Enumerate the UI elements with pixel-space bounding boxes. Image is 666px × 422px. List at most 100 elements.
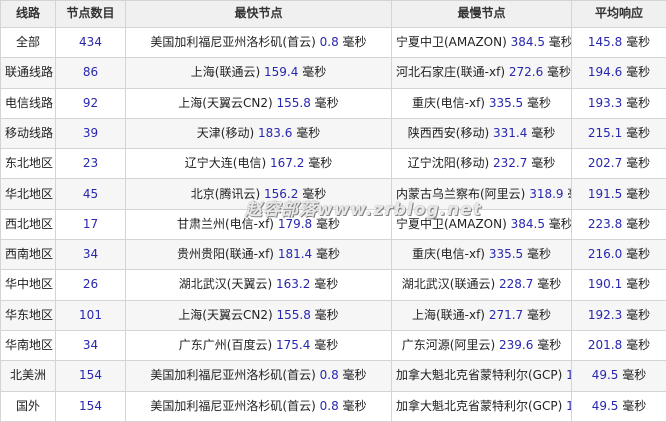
- unit-label: 毫秒: [626, 35, 650, 49]
- slowest-node-ms: 335.5: [489, 247, 523, 261]
- header-route: 线路: [1, 1, 56, 28]
- route-label: 东北地区: [5, 156, 53, 170]
- fastest-node-cell: 湖北武汉(天翼云) 163.2 毫秒: [126, 270, 392, 300]
- table-row: 北美洲154美国加利福尼亚州洛杉矶(首云) 0.8 毫秒加拿大魁北克省蒙特利尔(…: [1, 361, 666, 391]
- unit-label: 毫秒: [537, 277, 561, 291]
- average-response-cell: 193.3 毫秒: [572, 88, 666, 118]
- slowest-node-ms: 384.5: [511, 35, 545, 49]
- unit-label: 毫秒: [626, 338, 650, 352]
- route-cell: 北美洲: [1, 361, 56, 391]
- fastest-node-name: 美国加利福尼亚州洛杉矶(首云): [150, 399, 315, 413]
- unit-label: 毫秒: [315, 308, 339, 322]
- slowest-node-cell: 加拿大魁北克省蒙特利尔(GCP) 153.4 毫秒: [392, 361, 572, 391]
- route-cell: 移动线路: [1, 118, 56, 148]
- slowest-node-cell: 上海(联通-xf) 271.7 毫秒: [392, 300, 572, 330]
- slowest-node-ms: 318.9: [529, 187, 563, 201]
- average-ms-value: 202.7: [588, 156, 622, 170]
- node-count-value: 86: [83, 65, 98, 79]
- table-row: 华北地区45北京(腾讯云) 156.2 毫秒内蒙古乌兰察布(阿里云) 318.9…: [1, 179, 666, 209]
- fastest-node-cell: 甘肃兰州(电信-xf) 179.8 毫秒: [126, 209, 392, 239]
- unit-label: 毫秒: [302, 65, 326, 79]
- average-response-cell: 145.8 毫秒: [572, 28, 666, 58]
- average-ms-value: 145.8: [588, 35, 622, 49]
- node-count-value: 434: [79, 35, 102, 49]
- fastest-node-name: 贵州贵阳(联通-xf): [177, 247, 274, 261]
- table-row: 西南地区34贵州贵阳(联通-xf) 181.4 毫秒重庆(电信-xf) 335.…: [1, 240, 666, 270]
- fastest-node-cell: 上海(天翼云CN2) 155.8 毫秒: [126, 88, 392, 118]
- route-cell: 西北地区: [1, 209, 56, 239]
- unit-label: 毫秒: [626, 126, 650, 140]
- slowest-node-ms: 271.7: [489, 308, 523, 322]
- fastest-node-ms: 159.4: [264, 65, 298, 79]
- header-node-count: 节点数目: [56, 1, 126, 28]
- slowest-node-name: 湖北武汉(联通云): [402, 277, 495, 291]
- node-count-value: 39: [83, 126, 98, 140]
- average-ms-value: 49.5: [592, 368, 619, 382]
- node-count-cell: 45: [56, 179, 126, 209]
- slowest-node-cell: 辽宁沈阳(移动) 232.7 毫秒: [392, 149, 572, 179]
- slowest-node-name: 宁夏中卫(AMAZON): [396, 35, 507, 49]
- slowest-node-name: 上海(联通-xf): [412, 308, 485, 322]
- average-response-cell: 202.7 毫秒: [572, 149, 666, 179]
- route-label: 华南地区: [5, 338, 53, 352]
- table-row: 西北地区17甘肃兰州(电信-xf) 179.8 毫秒宁夏中卫(AMAZON) 3…: [1, 209, 666, 239]
- slowest-node-ms: 232.7: [493, 156, 527, 170]
- slowest-node-ms: 153.4: [566, 399, 571, 413]
- unit-label: 毫秒: [531, 126, 555, 140]
- fastest-node-name: 美国加利福尼亚州洛杉矶(首云): [150, 368, 315, 382]
- fastest-node-name: 湖北武汉(天翼云): [179, 277, 272, 291]
- fastest-node-name: 上海(联通云): [191, 65, 260, 79]
- node-count-value: 23: [83, 156, 98, 170]
- slowest-node-cell: 重庆(电信-xf) 335.5 毫秒: [392, 88, 572, 118]
- node-count-value: 17: [83, 217, 98, 231]
- unit-label: 毫秒: [626, 96, 650, 110]
- average-ms-value: 216.0: [588, 247, 622, 261]
- unit-label: 毫秒: [315, 96, 339, 110]
- slowest-node-name: 重庆(电信-xf): [412, 247, 485, 261]
- slowest-node-cell: 河北石家庄(联通-xf) 272.6 毫秒: [392, 58, 572, 88]
- route-cell: 全部: [1, 28, 56, 58]
- route-cell: 华东地区: [1, 300, 56, 330]
- node-count-value: 34: [83, 338, 98, 352]
- unit-label: 毫秒: [549, 217, 572, 231]
- fastest-node-ms: 156.2: [264, 187, 298, 201]
- route-label: 移动线路: [5, 126, 53, 140]
- node-count-cell: 39: [56, 118, 126, 148]
- fastest-node-name: 美国加利福尼亚州洛杉矶(首云): [150, 35, 315, 49]
- unit-label: 毫秒: [626, 187, 650, 201]
- unit-label: 毫秒: [547, 65, 571, 79]
- node-count-value: 92: [83, 96, 98, 110]
- node-count-value: 154: [79, 399, 102, 413]
- table-row: 移动线路39天津(移动) 183.6 毫秒陕西西安(移动) 331.4 毫秒21…: [1, 118, 666, 148]
- fastest-node-name: 辽宁大连(电信): [185, 156, 266, 170]
- node-count-value: 26: [83, 277, 98, 291]
- slowest-node-ms: 331.4: [493, 126, 527, 140]
- unit-label: 毫秒: [343, 368, 367, 382]
- slowest-node-cell: 广东河源(阿里云) 239.6 毫秒: [392, 330, 572, 360]
- average-ms-value: 192.3: [588, 308, 622, 322]
- fastest-node-cell: 美国加利福尼亚州洛杉矶(首云) 0.8 毫秒: [126, 28, 392, 58]
- table-header-row: 线路 节点数目 最快节点 最慢节点 平均响应: [1, 1, 666, 28]
- fastest-node-cell: 广东广州(百度云) 175.4 毫秒: [126, 330, 392, 360]
- latency-table: 线路 节点数目 最快节点 最慢节点 平均响应 全部 434 美国加利福尼亚州洛杉矶(…: [0, 0, 666, 422]
- fastest-node-name: 北京(腾讯云): [191, 187, 260, 201]
- average-response-cell: 194.6 毫秒: [572, 58, 666, 88]
- unit-label: 毫秒: [527, 247, 551, 261]
- unit-label: 毫秒: [296, 126, 320, 140]
- table-row: 全部 434 美国加利福尼亚州洛杉矶(首云) 0.8 毫秒宁夏中卫(AMAZON) …: [1, 28, 666, 58]
- unit-label: 毫秒: [343, 35, 367, 49]
- slowest-node-cell: 宁夏中卫(AMAZON) 384.5 毫秒: [392, 28, 572, 58]
- route-cell: 东北地区: [1, 149, 56, 179]
- unit-label: 毫秒: [622, 399, 646, 413]
- fastest-node-ms: 175.4: [276, 338, 310, 352]
- table-row: 华南地区 34 广东广州(百度云) 175.4 毫秒广东河源(阿里云) 239.6 …: [1, 330, 666, 360]
- unit-label: 毫秒: [549, 35, 572, 49]
- route-cell: 电信线路: [1, 88, 56, 118]
- fastest-node-ms: 183.6: [258, 126, 292, 140]
- node-count-cell: 34: [56, 240, 126, 270]
- unit-label: 毫秒: [626, 247, 650, 261]
- slowest-node-name: 辽宁沈阳(移动): [408, 156, 489, 170]
- fastest-node-ms: 167.2: [270, 156, 304, 170]
- unit-label: 毫秒: [314, 277, 338, 291]
- slowest-node-ms: 272.6: [509, 65, 543, 79]
